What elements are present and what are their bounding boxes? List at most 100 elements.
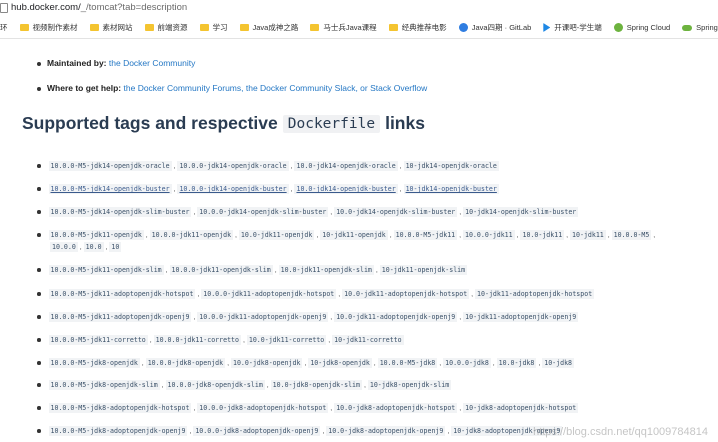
tag-link[interactable]: 10.0.0-M5-jdk14-openjdk-slim-buster (48, 207, 192, 217)
tag-link[interactable]: 10.0-jdk11-adoptopenjdk-openj9 (334, 312, 458, 322)
tag-link[interactable]: 10.0.0-M5-jdk11-corretto (48, 335, 148, 345)
maintained-by-link[interactable]: the Docker Community (109, 58, 195, 68)
tag-link[interactable]: 10 (109, 242, 122, 252)
tag-link[interactable]: 10.0-jdk8-openjdk-slim (270, 380, 362, 390)
tag-link[interactable]: 10-jdk11-corretto (332, 335, 404, 345)
tag-link[interactable]: 10.0.0-jdk14-openjdk-oracle (177, 161, 289, 171)
bookmark-label: 视频制作素材 (32, 23, 78, 32)
bookmark-item[interactable]: 马士兵Java课程 (310, 22, 377, 33)
tag-link[interactable]: 10.0.0-M5-jdk11-openjdk (48, 230, 144, 240)
bookmark-label: 前端资源 (157, 23, 188, 32)
tag-separator: , (264, 382, 271, 389)
tag-link[interactable]: 10.0-jdk11-corretto (246, 335, 327, 345)
folder-icon (310, 24, 320, 31)
tag-row: 10.0.0-M5-jdk11-adoptopenjdk-hotspot , 1… (37, 288, 595, 301)
tag-link[interactable]: 10.0.0-jdk14-openjdk-slim-buster (197, 207, 329, 217)
bookmark-item[interactable]: 学习 (199, 22, 228, 33)
bookmark-item[interactable]: Java四期 · GitLab (458, 22, 531, 33)
help-links[interactable]: the Docker Community Forums, the Docker … (124, 83, 428, 93)
spring-icon (613, 23, 623, 32)
url-text[interactable]: hub.docker.com/_/tomcat?tab=description (11, 2, 187, 13)
tag-link[interactable]: 10-jdk11 (570, 230, 606, 240)
tag-link[interactable]: 10-jdk11-openjdk-slim (379, 265, 468, 275)
tag-link[interactable]: 10.0 (83, 242, 104, 252)
tag-link[interactable]: 10.0.0-jdk11-openjdk (149, 230, 234, 240)
bookmark-item[interactable]: 前端资源 (144, 22, 188, 33)
bullet (37, 361, 41, 365)
tag-link[interactable]: 10.0-jdk8-openjdk (230, 358, 303, 368)
tag-link[interactable]: 10.0.0-M5-jdk14-openjdk-buster (48, 184, 172, 194)
tag-link[interactable]: 10.0-jdk11-openjdk-slim (278, 265, 374, 275)
bookmark-item[interactable]: 经典推荐电影 (388, 22, 447, 33)
tag-link[interactable]: 10.0-jdk11 (520, 230, 565, 240)
tag-link[interactable]: 10.0-jdk8-adoptopenjdk-openj9 (326, 426, 446, 436)
tag-link[interactable]: 10.0-jdk11-adoptopenjdk-hotspot (342, 289, 470, 299)
tag-link[interactable]: 10.0.0-jdk8-openjdk-slim (165, 380, 265, 390)
tag-row-continuation: 10.0.0 , 10.0 , 10 (50, 241, 122, 254)
tag-link[interactable]: 10.0-jdk14-openjdk-buster (294, 184, 398, 194)
tag-link[interactable]: 10.0.0-jdk8-adoptopenjdk-hotspot (197, 403, 329, 413)
tag-link[interactable]: 10.0.0-M5-jdk8-adoptopenjdk-hotspot (48, 403, 192, 413)
tag-link[interactable]: 10.0.0-M5-jdk8-adoptopenjdk-openj9 (48, 426, 188, 436)
play-icon (543, 23, 551, 32)
tag-link[interactable]: 10.0-jdk11-openjdk (238, 230, 315, 240)
tag-link[interactable]: 10-jdk8 (542, 358, 575, 368)
bookmark-item[interactable]: 环 (0, 22, 8, 33)
tag-link[interactable]: 10.0.0-jdk8-adoptopenjdk-openj9 (193, 426, 321, 436)
bookmark-item[interactable]: 开课吧-学生端 (543, 22, 602, 33)
folder-icon (19, 24, 29, 31)
tag-link[interactable]: 10.0.0-jdk11-adoptopenjdk-hotspot (201, 289, 337, 299)
tag-link[interactable]: 10-jdk11-adoptopenjdk-hotspot (475, 289, 595, 299)
bookmark-item[interactable]: Java成神之路 (239, 22, 298, 33)
tag-link[interactable]: 10-jdk8-openjdk-slim (367, 380, 452, 390)
bookmark-item[interactable]: 视频制作素材 (19, 22, 78, 33)
tag-link[interactable]: 10.0.0-jdk11 (462, 230, 515, 240)
tag-link[interactable]: 10-jdk14-openjdk-buster (403, 184, 499, 194)
tag-link[interactable]: 10.0.0-M5-jdk11-openjdk-slim (48, 265, 164, 275)
tag-link[interactable]: 10.0.0-jdk8 (443, 358, 491, 368)
tag-link[interactable]: 10.0.0-jdk11-corretto (153, 335, 241, 345)
tag-link[interactable]: 10-jdk14-openjdk-slim-buster (463, 207, 579, 217)
tag-row: 10.0.0-M5-jdk8-adoptopenjdk-openj9 , 10.… (37, 425, 563, 438)
tag-link[interactable]: 10.0.0-jdk11-adoptopenjdk-openj9 (197, 312, 329, 322)
page-info-icon[interactable] (0, 3, 8, 13)
bullet (37, 338, 41, 342)
tag-link[interactable]: 10-jdk11-adoptopenjdk-openj9 (463, 312, 579, 322)
tag-link[interactable]: 10.0.0-M5-jdk11-adoptopenjdk-hotspot (48, 289, 196, 299)
tag-link[interactable]: 10.0-jdk14-openjdk-slim-buster (334, 207, 458, 217)
bullet (37, 61, 41, 66)
tag-link[interactable]: 10.0.0 (50, 242, 78, 252)
bookmark-item[interactable]: 素材网站 (89, 22, 133, 33)
tag-link[interactable]: 10.0.0-jdk14-openjdk-buster (177, 184, 289, 194)
tag-link[interactable]: 10.0-jdk8-adoptopenjdk-hotspot (334, 403, 458, 413)
tag-link[interactable]: 10.0.0-M5-jdk11-adoptopenjdk-openj9 (48, 312, 192, 322)
tag-separator: , (490, 360, 497, 367)
tag-link[interactable]: 10-jdk8-openjdk (308, 358, 372, 368)
tag-link[interactable]: 10.0.0-M5-jdk11 (393, 230, 458, 240)
tag-link[interactable]: 10.0.0-jdk8-openjdk (145, 358, 226, 368)
tag-link[interactable]: 10-jdk8-adoptopenjdk-hotspot (463, 403, 579, 413)
section-heading: Supported tags and respective Dockerfile… (22, 113, 425, 134)
bookmark-label: 素材网站 (102, 23, 133, 32)
tag-row: 10.0.0-M5-jdk11-openjdk-slim , 10.0.0-jd… (37, 264, 468, 277)
tag-link[interactable]: 10.0.0-M5-jdk8-openjdk-slim (48, 380, 160, 390)
tag-link[interactable]: 10.0.0-M5-jdk8-openjdk (48, 358, 140, 368)
heading-code: Dockerfile (282, 114, 381, 133)
bookmark-label: 学习 (212, 23, 228, 32)
tag-link[interactable]: 10.0-jdk8 (496, 358, 537, 368)
tag-link[interactable]: 10.0.0-M5-jdk8 (377, 358, 438, 368)
address-bar[interactable]: hub.docker.com/_/tomcat?tab=description (0, 0, 718, 16)
tag-link[interactable]: 10.0.0-M5-jdk14-openjdk-oracle (48, 161, 172, 171)
tag-link[interactable]: 10-jdk11-openjdk (320, 230, 388, 240)
tag-link[interactable]: 10.0-jdk14-openjdk-oracle (294, 161, 398, 171)
folder-icon (89, 24, 99, 31)
maintained-by-label: Maintained by: (47, 58, 107, 68)
tag-link[interactable]: 10-jdk14-openjdk-oracle (403, 161, 499, 171)
bookmark-item[interactable]: Spring C (682, 23, 718, 32)
tag-separator: , (143, 232, 150, 239)
bookmark-label: 开课吧-学生端 (554, 23, 602, 32)
bookmark-item[interactable]: Spring Cloud (613, 23, 670, 32)
tag-link[interactable]: 10.0.0-jdk11-openjdk-slim (169, 265, 273, 275)
tag-link[interactable]: 10.0.0-M5 (611, 230, 652, 240)
bullet (37, 268, 41, 272)
